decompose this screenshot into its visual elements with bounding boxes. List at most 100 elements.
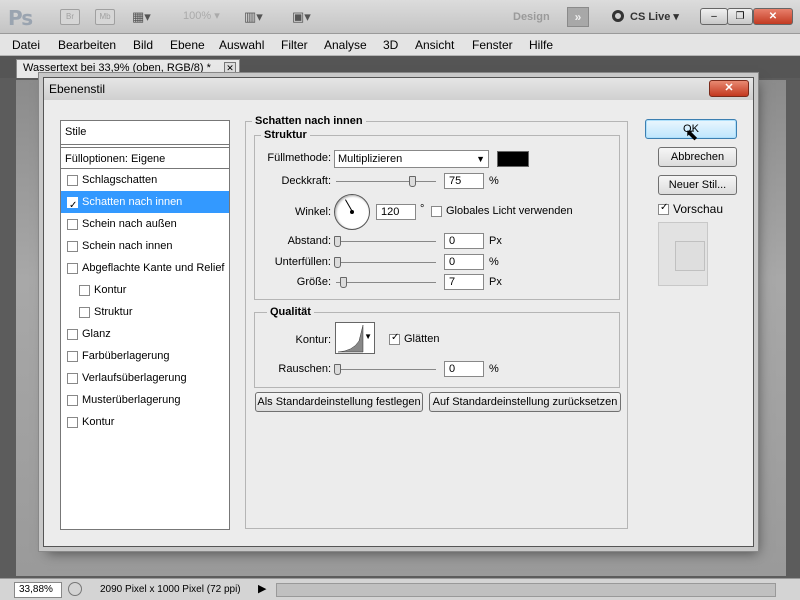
distance-slider[interactable]	[334, 236, 436, 247]
global-light-checkbox[interactable]	[431, 205, 442, 217]
style-item[interactable]: Schein nach außen	[61, 213, 229, 235]
contour-dropdown-icon[interactable]: ▼	[364, 332, 372, 341]
contour-picker[interactable]: ▼	[335, 322, 375, 354]
fill-options-item[interactable]: Fülloptionen: Eigene	[61, 147, 229, 169]
style-item-checkbox[interactable]	[67, 394, 78, 406]
make-default-button[interactable]: Als Standardeinstellung festlegen	[255, 392, 423, 412]
menu-fenster[interactable]: Fenster	[472, 38, 513, 52]
close-window-button[interactable]: ✕	[753, 8, 793, 25]
style-item-checkbox[interactable]	[67, 174, 78, 186]
distance-input[interactable]: 0	[444, 233, 484, 249]
menu-ebene[interactable]: Ebene	[170, 38, 205, 52]
menu-hilfe[interactable]: Hilfe	[529, 38, 553, 52]
size-slider-thumb[interactable]	[340, 277, 347, 288]
opacity-slider-thumb[interactable]	[409, 176, 416, 187]
style-item-checkbox[interactable]	[67, 240, 78, 252]
style-item-checkbox[interactable]	[79, 306, 90, 318]
status-info-icon[interactable]	[68, 582, 82, 596]
cancel-button[interactable]: Abbrechen	[658, 147, 737, 167]
opacity-slider[interactable]	[336, 176, 436, 187]
new-style-button[interactable]: Neuer Stil...	[658, 175, 737, 195]
style-item[interactable]: Verlaufsüberlagerung	[61, 367, 229, 389]
menu-analyse[interactable]: Analyse	[324, 38, 367, 52]
style-item-checkbox[interactable]	[79, 284, 90, 296]
style-item-checkbox[interactable]	[67, 218, 78, 230]
dialog-title-bar[interactable]: Ebenenstil ✕	[44, 78, 753, 100]
style-item[interactable]: Glanz	[61, 323, 229, 345]
quality-title: Qualität	[267, 306, 314, 318]
angle-dial[interactable]	[334, 194, 370, 230]
style-item-label: Kontur	[94, 284, 127, 296]
antialias-checkbox[interactable]	[389, 332, 400, 345]
arrange-documents-icon[interactable]: ▥▾	[244, 8, 263, 26]
document-tab[interactable]: Wassertext bei 33,9% (oben, RGB/8) * ✕	[16, 59, 240, 78]
style-item[interactable]: Kontur	[61, 279, 229, 301]
size-slider[interactable]	[336, 277, 436, 288]
style-item-checkbox[interactable]	[67, 328, 78, 340]
style-item-checkbox[interactable]	[67, 350, 78, 362]
status-menu-arrow-icon[interactable]: ▶	[258, 582, 266, 595]
styles-list: Stile Fülloptionen: Eigene Schlagschatte…	[60, 120, 230, 530]
style-item[interactable]: Musterüberlagerung	[61, 389, 229, 411]
noise-unit: %	[489, 363, 499, 375]
style-item-checkbox[interactable]	[67, 372, 78, 384]
more-workspaces-button[interactable]: »	[567, 7, 589, 27]
menu-bearbeiten[interactable]: Bearbeiten	[58, 38, 116, 52]
styles-header[interactable]: Stile	[61, 121, 229, 145]
structure-title: Struktur	[261, 129, 310, 141]
style-item-label: Kontur	[82, 416, 115, 428]
view-extras-icon[interactable]: ▦▾	[132, 8, 151, 26]
noise-label: Rauschen:	[278, 363, 331, 375]
workspace-label[interactable]: Design	[513, 11, 550, 23]
noise-input[interactable]: 0	[444, 361, 484, 377]
style-item[interactable]: Abgeflachte Kante und Relief	[61, 257, 229, 279]
style-item-label: Struktur	[94, 306, 133, 318]
status-zoom-field[interactable]: 33,88%	[14, 582, 62, 598]
style-item[interactable]: Farbüberlagerung	[61, 345, 229, 367]
blend-mode-select[interactable]: Multiplizieren ▼	[334, 150, 489, 168]
horizontal-scrollbar[interactable]	[276, 583, 776, 597]
preview-checkbox[interactable]	[658, 202, 669, 215]
antialias-label: Glätten	[404, 333, 440, 345]
mini-bridge-button[interactable]: Mb	[95, 9, 115, 25]
choke-slider[interactable]	[334, 257, 436, 268]
bridge-button[interactable]: Br	[60, 9, 80, 25]
close-document-icon[interactable]: ✕	[224, 62, 236, 74]
quality-group: Qualität Kontur: ▼ Glätten Rauschen: 0 %	[254, 306, 620, 388]
distance-slider-thumb[interactable]	[334, 236, 341, 247]
choke-input[interactable]: 0	[444, 254, 484, 270]
dialog-close-button[interactable]: ✕	[709, 80, 749, 97]
size-input[interactable]: 7	[444, 274, 484, 290]
menu-ansicht[interactable]: Ansicht	[415, 38, 454, 52]
restore-button[interactable]: ❐	[727, 8, 753, 25]
shadow-color-swatch[interactable]	[497, 151, 529, 167]
style-item-checkbox[interactable]	[67, 416, 78, 428]
minimize-button[interactable]: –	[700, 8, 728, 25]
zoom-level-dropdown[interactable]: 100% ▾	[183, 9, 220, 22]
opacity-input[interactable]: 75	[444, 173, 484, 189]
inner-shadow-panel: Schatten nach innen Struktur Füllmethode…	[245, 115, 628, 529]
menu-bild[interactable]: Bild	[133, 38, 153, 52]
screen-mode-icon[interactable]: ▣▾	[292, 8, 311, 26]
noise-slider[interactable]	[334, 364, 436, 375]
menu-3d[interactable]: 3D	[383, 38, 398, 52]
cs-live-menu[interactable]: CS Live ▾	[612, 9, 679, 25]
reset-default-button[interactable]: Auf Standardeinstellung zurücksetzen	[429, 392, 621, 412]
opacity-label: Deckkraft:	[281, 175, 331, 187]
style-item[interactable]: Schatten nach innen	[61, 191, 229, 217]
angle-input[interactable]: 120	[376, 204, 416, 220]
antialias-toggle[interactable]: Glätten	[389, 332, 440, 345]
menu-datei[interactable]: Datei	[12, 38, 40, 52]
style-item[interactable]: Schein nach innen	[61, 235, 229, 257]
style-item[interactable]: Kontur	[61, 411, 229, 433]
global-light-toggle[interactable]: Globales Licht verwenden	[431, 205, 573, 217]
menu-auswahl[interactable]: Auswahl	[219, 38, 264, 52]
style-item-checkbox[interactable]	[67, 195, 78, 217]
style-item[interactable]: Schlagschatten	[61, 169, 229, 191]
preview-toggle[interactable]: Vorschau	[658, 202, 723, 216]
noise-slider-thumb[interactable]	[334, 364, 341, 375]
style-item[interactable]: Struktur	[61, 301, 229, 323]
style-item-checkbox[interactable]	[67, 262, 78, 274]
menu-filter[interactable]: Filter	[281, 38, 308, 52]
choke-slider-thumb[interactable]	[334, 257, 341, 268]
